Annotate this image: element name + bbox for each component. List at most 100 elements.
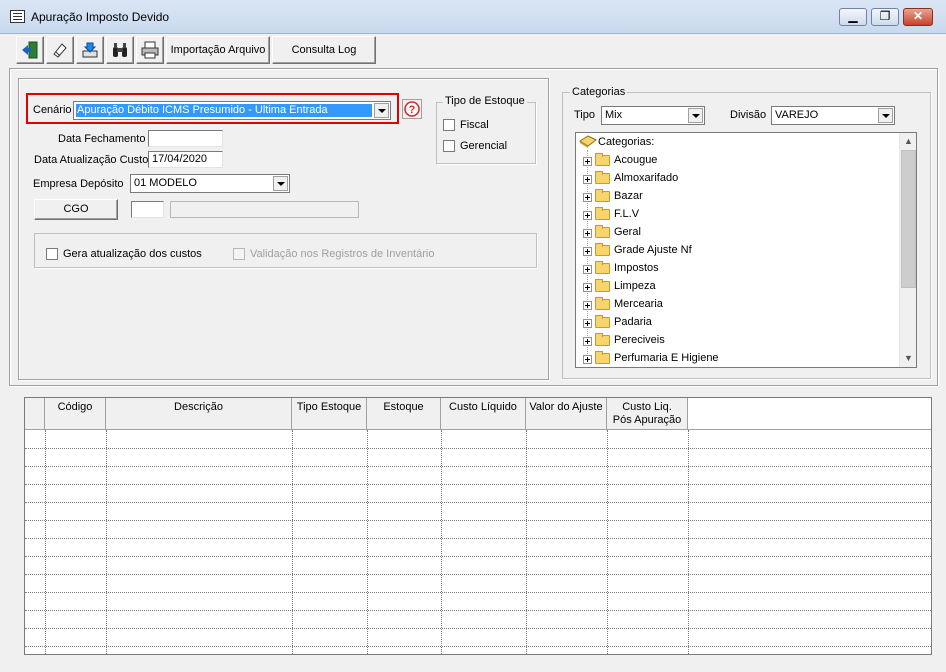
results-grid[interactable]: Código Descrição Tipo Estoque Estoque Cu… xyxy=(24,397,932,655)
grid-row-divider xyxy=(25,628,931,629)
expand-icon[interactable] xyxy=(583,193,592,202)
divisao-label: Divisão xyxy=(730,109,767,121)
exit-button[interactable] xyxy=(16,36,44,64)
importacao-arquivo-button[interactable]: Importação Arquivo xyxy=(166,36,270,64)
tipo-estoque-title: Tipo de Estoque xyxy=(443,95,527,107)
validacao-checkbox xyxy=(233,248,245,260)
close-button[interactable]: ✕ xyxy=(903,8,933,26)
fiscal-label: Fiscal xyxy=(460,119,489,131)
minimize-button[interactable]: ▁ xyxy=(839,8,867,26)
tree-item-label: Acougue xyxy=(614,154,658,166)
tree-item-label: Bazar xyxy=(614,190,643,202)
cenario-label: Cenário xyxy=(33,104,72,116)
tree-root-label: Categorias: xyxy=(598,136,655,148)
categorias-tree[interactable]: Categorias: Acougue Almoxarifado Bazar F.L.… xyxy=(575,132,917,368)
window-form-icon xyxy=(10,10,25,23)
tree-item[interactable]: Acougue xyxy=(576,152,896,170)
import-tray-icon xyxy=(82,42,98,58)
scroll-up-icon[interactable]: ▲ xyxy=(900,133,916,150)
expand-icon[interactable] xyxy=(583,229,592,238)
tree-item-label: Mercearia xyxy=(614,298,663,310)
tree-item-label: Padaria xyxy=(614,316,652,328)
chevron-down-icon[interactable] xyxy=(878,108,893,123)
chevron-down-icon[interactable] xyxy=(374,103,389,118)
tree-item[interactable]: Bazar xyxy=(576,188,896,206)
gerencial-checkbox[interactable] xyxy=(443,140,455,152)
folder-icon xyxy=(595,243,610,256)
divisao-select[interactable]: VAREJO xyxy=(771,106,895,125)
col-custo-liquido-header[interactable]: Custo Líquido xyxy=(441,398,526,430)
tree-item[interactable]: Impostos xyxy=(576,260,896,278)
expand-icon[interactable] xyxy=(583,211,592,220)
tree-item[interactable]: Almoxarifado xyxy=(576,170,896,188)
tree-item[interactable]: Padaria xyxy=(576,314,896,332)
grid-row-divider xyxy=(25,538,931,539)
tree-item-label: Impostos xyxy=(614,262,659,274)
folder-icon xyxy=(595,351,610,364)
expand-icon[interactable] xyxy=(583,247,592,256)
tree-item[interactable]: Geral xyxy=(576,224,896,242)
fiscal-checkbox[interactable] xyxy=(443,119,455,131)
expand-icon[interactable] xyxy=(583,301,592,310)
grid-row-divider xyxy=(25,646,931,647)
import-button[interactable] xyxy=(76,36,104,64)
expand-icon[interactable] xyxy=(583,157,592,166)
scroll-thumb[interactable] xyxy=(901,150,916,288)
expand-icon[interactable] xyxy=(583,175,592,184)
col-codigo-header[interactable]: Código xyxy=(45,398,106,430)
empresa-deposito-select[interactable]: 01 MODELO xyxy=(130,174,290,193)
scroll-down-icon[interactable]: ▼ xyxy=(900,350,916,367)
data-fechamento-field[interactable] xyxy=(148,130,223,147)
tree-root[interactable]: Categorias: xyxy=(576,134,896,152)
grid-column-divider xyxy=(106,430,107,654)
chevron-down-icon[interactable] xyxy=(273,176,288,191)
window-title: Apuração Imposto Devido xyxy=(31,10,170,24)
expand-icon[interactable] xyxy=(583,355,592,364)
col-tipo-estoque-header[interactable]: Tipo Estoque xyxy=(292,398,367,430)
tree-item[interactable]: Pereciveis xyxy=(576,332,896,350)
tree-item[interactable]: F.L.V xyxy=(576,206,896,224)
folder-icon xyxy=(595,279,610,292)
expand-icon[interactable] xyxy=(583,319,592,328)
tree-item[interactable]: Mercearia xyxy=(576,296,896,314)
grid-row-divider xyxy=(25,502,931,503)
help-button[interactable]: ? xyxy=(402,99,422,119)
tipo-select[interactable]: Mix xyxy=(601,106,705,125)
print-button[interactable] xyxy=(136,36,164,64)
tree-item[interactable]: Grade Ajuste Nf xyxy=(576,242,896,260)
grid-row-divider xyxy=(25,592,931,593)
expand-icon[interactable] xyxy=(583,283,592,292)
tree-item[interactable]: Limpeza xyxy=(576,278,896,296)
grid-column-divider xyxy=(607,430,608,654)
book-icon xyxy=(579,135,597,148)
data-atualizacao-label: Data Atualização Custo xyxy=(34,154,149,166)
col-valor-ajuste-header[interactable]: Valor do Ajuste xyxy=(526,398,607,430)
row-indicator-header xyxy=(25,398,45,430)
cenario-select[interactable]: Apuração Débito ICMS Presumido - Ultima … xyxy=(73,101,391,120)
maximize-button[interactable]: ❐ xyxy=(871,8,899,26)
search-button[interactable] xyxy=(106,36,134,64)
gera-atualizacao-checkbox[interactable] xyxy=(46,248,58,260)
tree-scrollbar[interactable]: ▲ ▼ xyxy=(899,133,916,367)
col-custo-pos-apuracao-header[interactable]: Custo Liq. Pós Apuração xyxy=(607,398,688,430)
empresa-deposito-value: 01 MODELO xyxy=(134,177,197,189)
cgo-code-field[interactable] xyxy=(131,201,164,218)
expand-icon[interactable] xyxy=(583,337,592,346)
chevron-down-icon[interactable] xyxy=(688,108,703,123)
tree-item-label: Perfumaria E Higiene xyxy=(614,352,719,364)
expand-icon[interactable] xyxy=(583,265,592,274)
tree-item[interactable]: Perfumaria E Higiene xyxy=(576,350,896,367)
col-descricao-header[interactable]: Descrição xyxy=(106,398,292,430)
clear-button[interactable] xyxy=(46,36,74,64)
gerencial-label: Gerencial xyxy=(460,140,508,152)
grid-header-filler xyxy=(688,398,931,430)
grid-row-divider xyxy=(25,520,931,521)
grid-column-divider xyxy=(526,430,527,654)
consulta-log-button[interactable]: Consulta Log xyxy=(272,36,376,64)
cgo-button[interactable]: CGO xyxy=(34,199,118,220)
data-atualizacao-field[interactable]: 17/04/2020 xyxy=(148,151,223,168)
col-estoque-header[interactable]: Estoque xyxy=(367,398,441,430)
grid-column-divider xyxy=(688,430,689,654)
folder-icon xyxy=(595,225,610,238)
folder-icon xyxy=(595,153,610,166)
